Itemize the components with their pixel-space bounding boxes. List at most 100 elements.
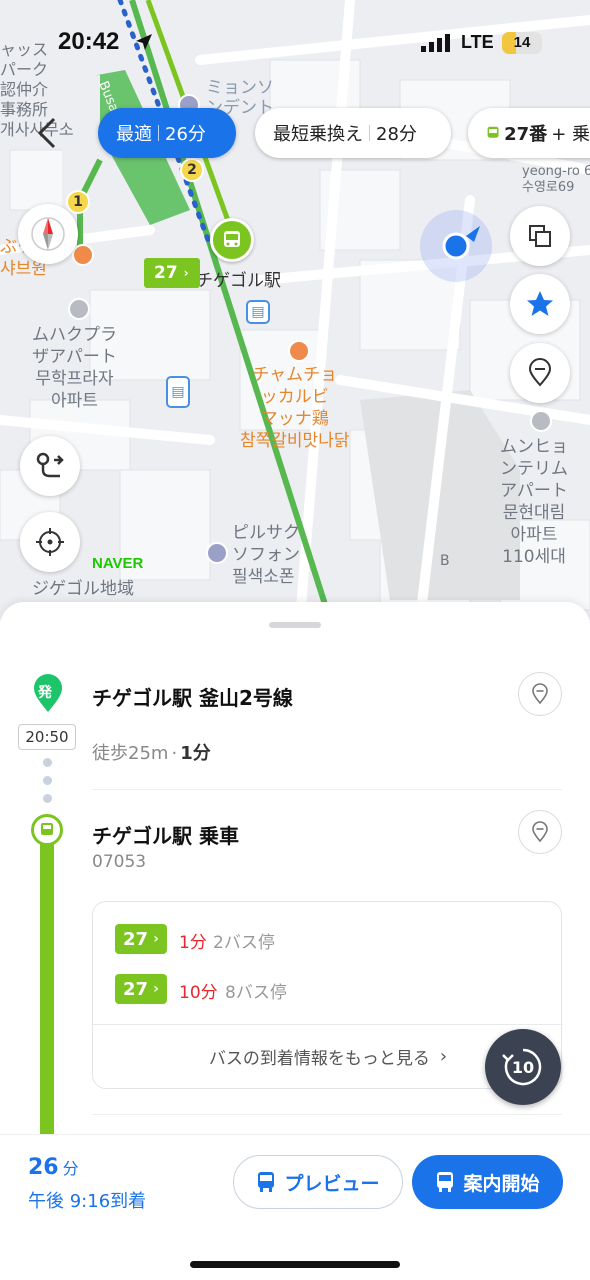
tab-label: 最短乗換え <box>273 124 363 145</box>
map-label-munhak: ムハクプラ ザアパート 무학프라자 아파트 <box>32 325 117 411</box>
locate-icon <box>36 528 64 556</box>
tab-label: 27番 <box>504 124 548 145</box>
layers-icon <box>529 225 551 247</box>
battery-level: 14 <box>513 34 531 51</box>
poi-icon <box>206 542 228 564</box>
walk-dot <box>43 758 52 767</box>
start-navigation-button[interactable]: 案内開始 <box>412 1155 563 1209</box>
bus-number-badge[interactable]: 27 › <box>115 974 167 1004</box>
total-duration: 26 分 <box>28 1155 79 1180</box>
tab-bus-27[interactable]: 27番 + 乗 <box>468 108 590 158</box>
tab-optimal-route[interactable]: 最適 26分 <box>98 108 236 158</box>
arrival-minutes: 1分 <box>179 933 207 953</box>
naver-logo: NAVER <box>92 555 144 572</box>
back-button[interactable] <box>22 108 72 158</box>
location-pin-icon <box>532 821 548 843</box>
place-pin-button[interactable] <box>510 343 570 403</box>
walk-dot <box>43 776 52 785</box>
bus-number: 27 <box>154 263 178 283</box>
chevron-right-icon: › <box>153 981 159 997</box>
route-stop-marker-1[interactable]: 1 <box>66 190 90 214</box>
walk-info: 徒歩25m · 1分 <box>92 739 211 765</box>
map-label-station: チゲゴル駅 <box>196 271 281 291</box>
arrival-minutes: 10分 <box>179 983 218 1003</box>
station1-title[interactable]: チゲゴル駅 釜山2号線 <box>92 682 293 711</box>
chevron-right-icon: › <box>439 1046 448 1067</box>
station2-title[interactable]: チゲゴル駅 乗車 <box>92 820 239 849</box>
chevron-right-icon: › <box>183 266 189 280</box>
map-label-area: ジゲゴル地域 <box>32 579 134 599</box>
compass-button[interactable] <box>18 204 78 264</box>
bus-icon <box>258 1172 275 1192</box>
network-type: LTE <box>461 32 494 52</box>
map-view[interactable]: ャッス パーク 認仲介 事務所 개사사무소 ミョンソ ンデント 店 ぶウ 샤브원… <box>0 0 590 620</box>
preview-button[interactable]: プレビュー <box>233 1155 403 1209</box>
star-icon <box>527 291 553 316</box>
map-label-chamchom: チャムチョ ッカルビ マッナ鶏 참쪽갈비맛나닭 <box>240 365 350 451</box>
bus-number: 27 <box>123 928 149 950</box>
building-icon <box>530 410 552 432</box>
station1-map-button[interactable] <box>518 672 562 716</box>
compass-icon <box>31 217 65 251</box>
location-arrow-icon <box>136 34 152 50</box>
location-pin-icon <box>528 358 552 387</box>
tab-fewest-transfers[interactable]: 最短乗換え 28分 <box>255 108 451 158</box>
route-stop-marker-2[interactable]: 2 <box>180 158 204 182</box>
battery-icon: 14 <box>502 32 542 54</box>
bus-icon <box>224 231 240 247</box>
tab-suffix: + 乗 <box>551 124 590 145</box>
bottom-action-bar: 26 分 午後 9:16到着 プレビュー 案内開始 <box>0 1134 590 1280</box>
layers-button[interactable] <box>510 206 570 266</box>
route-icon <box>36 452 64 478</box>
tab-time: 28分 <box>376 124 417 145</box>
map-label-pilsak: ピルサク ソフォン 필색소폰 <box>232 523 300 587</box>
status-bar: 20:42 LTE 14 <box>0 26 590 62</box>
bus-boarding-marker[interactable] <box>210 218 254 262</box>
building-icon <box>68 298 90 320</box>
chevron-left-icon <box>37 117 56 149</box>
locate-me-button[interactable] <box>20 512 80 572</box>
station2-code: 07053 <box>92 852 147 872</box>
replay-label: 10 <box>511 1057 535 1077</box>
restaurant-icon <box>72 244 94 266</box>
start-label: 案内開始 <box>463 1172 540 1195</box>
bus-number-badge[interactable]: 27 › <box>115 924 167 954</box>
chevron-right-icon: › <box>153 931 159 947</box>
tab-time: 26分 <box>165 124 206 145</box>
bus-stop-icon: ▤ <box>246 300 270 324</box>
station2-map-button[interactable] <box>518 810 562 854</box>
divider <box>92 1114 562 1115</box>
location-pin-icon <box>532 683 548 705</box>
status-time: 20:42 <box>58 28 120 55</box>
favorites-button[interactable] <box>510 274 570 334</box>
bus-stop-node <box>31 814 63 846</box>
replay-10s-button[interactable]: 10 <box>485 1029 561 1105</box>
signal-icon <box>421 34 450 52</box>
duration-unit: 分 <box>62 1159 79 1178</box>
arrival-stops: 2バス停 <box>213 933 275 953</box>
walk-dot <box>43 794 52 803</box>
route-view-button[interactable] <box>20 436 80 496</box>
departure-time: 20:50 <box>18 724 76 750</box>
arrival-stops: 8バス停 <box>225 983 287 1003</box>
restaurant-icon <box>288 340 310 362</box>
sheet-drag-handle[interactable] <box>269 622 321 628</box>
preview-label: プレビュー <box>284 1172 380 1195</box>
map-label-block: B <box>440 553 450 569</box>
divider <box>92 789 562 790</box>
arrival-eta: 午後 9:16到着 <box>28 1191 147 1212</box>
map-label-munhyeon: ムンヒョ ンテリム アパート 문현대림 아파트 110세대 <box>500 437 568 567</box>
bus-icon <box>41 823 53 835</box>
tab-label: 最適 <box>116 124 152 145</box>
more-arrivals-label: バスの到着情報をもっと見る <box>208 1049 430 1069</box>
bus-ride-line <box>40 830 54 1140</box>
home-indicator[interactable] <box>190 1261 400 1268</box>
walk-time: 1分 <box>180 743 211 764</box>
bus-stop-icon: ▤ <box>166 376 190 408</box>
bus-icon <box>437 1172 454 1192</box>
bus-number-tag[interactable]: 27 › <box>144 258 200 288</box>
bus-number: 27 <box>123 978 149 1000</box>
walk-distance: 徒歩25m <box>92 743 169 764</box>
bus-icon <box>487 126 499 138</box>
walk-separator: · <box>171 743 178 764</box>
